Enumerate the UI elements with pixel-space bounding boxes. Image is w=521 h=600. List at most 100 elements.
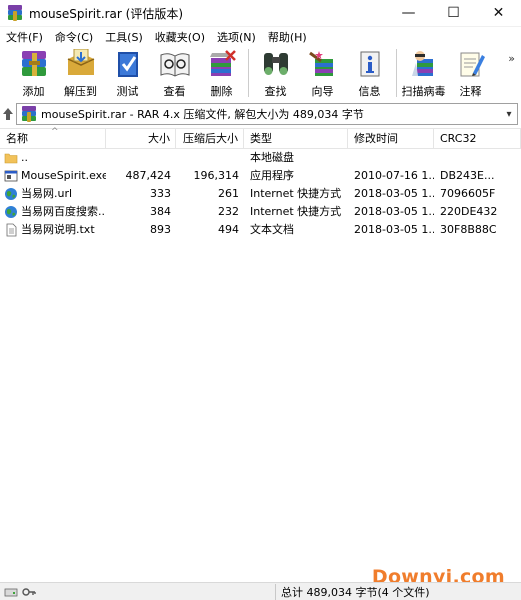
- file-size: 487,424: [125, 169, 172, 182]
- file-crc: [434, 149, 521, 167]
- add-button[interactable]: 添加: [10, 46, 57, 100]
- menu-tools[interactable]: 工具(S): [99, 29, 149, 45]
- scan-virus-icon: [407, 48, 441, 80]
- file-size: 333: [150, 187, 171, 200]
- file-size: [106, 149, 176, 167]
- file-packed-size: 494: [218, 223, 239, 236]
- toolbar-separator: [248, 49, 249, 97]
- wizard-button[interactable]: 向导: [299, 46, 346, 100]
- find-icon: [259, 48, 293, 80]
- comment-label: 注释: [459, 85, 482, 98]
- add-label: 添加: [22, 85, 45, 98]
- folder-icon: [4, 151, 18, 165]
- toolbar-more-button[interactable]: »: [508, 52, 515, 65]
- column-size-header[interactable]: 大小: [106, 128, 176, 149]
- globe-icon: [4, 205, 18, 219]
- view-icon: [158, 48, 192, 80]
- column-type-header[interactable]: 类型: [244, 128, 348, 149]
- column-crc-header[interactable]: CRC32: [434, 128, 521, 149]
- file-modified: 2018-03-05 1...: [354, 187, 434, 200]
- comment-icon: [454, 48, 488, 80]
- file-size: 384: [150, 205, 171, 218]
- table-row[interactable]: .. 本地磁盘: [0, 149, 521, 167]
- maximize-button[interactable]: ☐: [431, 0, 476, 27]
- file-packed-size: [176, 149, 244, 167]
- file-type: 文本文档: [250, 223, 294, 236]
- column-modified-header[interactable]: 修改时间: [348, 128, 434, 149]
- find-button[interactable]: 查找: [252, 46, 299, 100]
- scan-virus-button[interactable]: 扫描病毒: [400, 46, 447, 100]
- add-archive-icon: [17, 48, 51, 80]
- file-list-header: 名称 大小 压缩后大小 类型 修改时间 CRC32 ^: [0, 127, 521, 149]
- file-crc: 7096605F: [440, 187, 496, 200]
- table-row[interactable]: 当易网.url 333 261 Internet 快捷方式 2018-03-05…: [0, 185, 521, 203]
- info-label: 信息: [358, 85, 381, 98]
- file-type: Internet 快捷方式: [250, 205, 342, 218]
- close-button[interactable]: ✕: [476, 0, 521, 27]
- menu-commands[interactable]: 命令(C): [49, 29, 99, 45]
- find-label: 查找: [264, 85, 287, 98]
- wizard-label: 向导: [311, 85, 334, 98]
- extract-to-label: 解压到: [64, 85, 97, 98]
- address-dropdown-button[interactable]: ▾: [501, 109, 517, 120]
- file-modified: 2010-07-16 1...: [354, 169, 434, 182]
- exe-icon: [4, 169, 18, 183]
- file-name: ..: [21, 151, 28, 164]
- address-bar[interactable]: mouseSpirit.rar - RAR 4.x 压缩文件, 解包大小为 48…: [16, 103, 518, 125]
- file-crc: DB243E...: [440, 169, 495, 182]
- address-text: mouseSpirit.rar - RAR 4.x 压缩文件, 解包大小为 48…: [41, 108, 364, 121]
- up-one-level-button[interactable]: [2, 107, 14, 121]
- file-modified: 2018-03-05 1...: [354, 205, 434, 218]
- menu-help[interactable]: 帮助(H): [262, 29, 313, 45]
- file-size: 893: [150, 223, 171, 236]
- up-arrow-icon: [3, 108, 13, 120]
- info-icon: [353, 48, 387, 80]
- window-title: mouseSpirit.rar (评估版本): [29, 6, 184, 21]
- status-summary: 总计 489,034 字节(4 个文件): [275, 583, 521, 600]
- file-crc: 30F8B88C: [440, 223, 497, 236]
- file-type: 本地磁盘: [250, 151, 294, 164]
- file-type: 应用程序: [250, 169, 294, 182]
- file-list[interactable]: 名称 大小 压缩后大小 类型 修改时间 CRC32 ^ .. 本地磁盘 Mous…: [0, 127, 521, 582]
- sort-ascending-icon: ^: [51, 127, 59, 137]
- key-icon[interactable]: [22, 586, 36, 598]
- view-label: 查看: [163, 85, 186, 98]
- wizard-icon: [306, 48, 340, 80]
- file-name: 当易网.url: [21, 187, 73, 200]
- file-packed-size: 261: [218, 187, 239, 200]
- scan-virus-label: 扫描病毒: [401, 85, 446, 98]
- file-packed-size: 232: [218, 205, 239, 218]
- delete-label: 删除: [210, 85, 233, 98]
- view-button[interactable]: 查看: [151, 46, 198, 100]
- delete-icon: [205, 48, 239, 80]
- file-modified: [348, 149, 434, 167]
- menu-favorites[interactable]: 收藏夹(O): [149, 29, 211, 45]
- minimize-button[interactable]: —: [386, 0, 431, 27]
- table-row[interactable]: 当易网百度搜索.... 384 232 Internet 快捷方式 2018-0…: [0, 203, 521, 221]
- winrar-app-icon[interactable]: [7, 5, 23, 21]
- toolbar: 添加 解压到 测试 查看 删除 查找 向导 信息 扫描病毒 注释 »: [0, 46, 521, 100]
- test-icon: [111, 48, 145, 80]
- table-row[interactable]: MouseSpirit.exe 487,424 196,314 应用程序 201…: [0, 167, 521, 185]
- toolbar-separator: [396, 49, 397, 97]
- menu-options[interactable]: 选项(N): [211, 29, 262, 45]
- file-type: Internet 快捷方式: [250, 187, 342, 200]
- file-packed-size: 196,314: [193, 169, 240, 182]
- rar-archive-icon: [21, 106, 37, 122]
- text-file-icon: [4, 223, 18, 237]
- table-row[interactable]: 当易网说明.txt 893 494 文本文档 2018-03-05 1... 3…: [0, 221, 521, 239]
- extract-to-icon: [64, 48, 98, 80]
- info-button[interactable]: 信息: [346, 46, 393, 100]
- file-crc: 220DE432: [440, 205, 498, 218]
- file-name: 当易网百度搜索....: [21, 205, 106, 218]
- menu-bar: 文件(F) 命令(C) 工具(S) 收藏夹(O) 选项(N) 帮助(H): [0, 27, 521, 46]
- comment-button[interactable]: 注释: [447, 46, 494, 100]
- file-name: MouseSpirit.exe: [21, 169, 106, 182]
- drive-icon[interactable]: [4, 586, 18, 598]
- test-button[interactable]: 测试: [104, 46, 151, 100]
- delete-button[interactable]: 删除: [198, 46, 245, 100]
- extract-to-button[interactable]: 解压到: [57, 46, 104, 100]
- menu-file[interactable]: 文件(F): [0, 29, 49, 45]
- column-packed-header[interactable]: 压缩后大小: [176, 128, 244, 149]
- file-name: 当易网说明.txt: [21, 223, 95, 236]
